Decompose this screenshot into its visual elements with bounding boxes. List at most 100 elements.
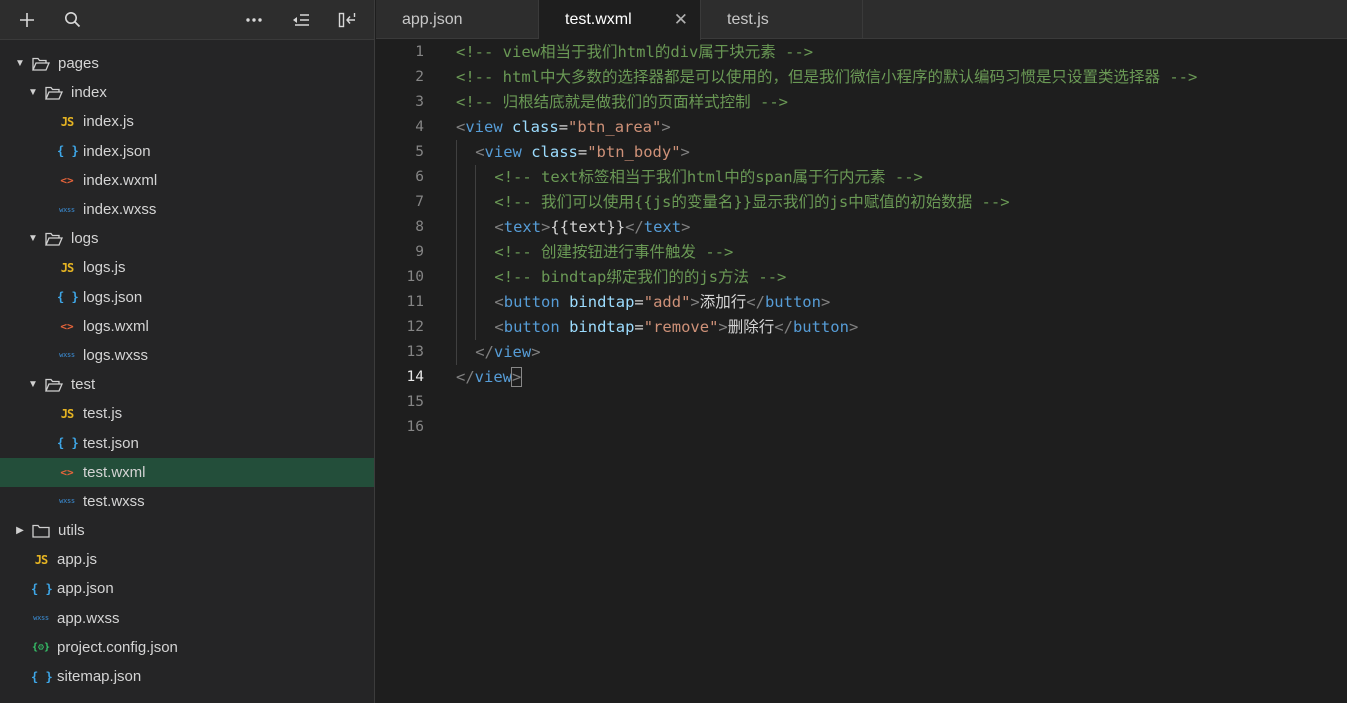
file-index-js[interactable]: JS index.js <box>0 107 374 136</box>
tree-item-label: index.js <box>83 113 134 131</box>
indent-guide <box>475 265 477 290</box>
split-panel-icon[interactable] <box>331 0 363 39</box>
folder-test[interactable]: ▼ test <box>0 370 374 399</box>
folder-pages[interactable]: ▼ pages <box>0 49 374 78</box>
code-line[interactable]: 10 <!-- bindtap绑定我们的的js方法 --> <box>376 265 1347 290</box>
code-text: <!-- 创建按钮进行事件触发 --> <box>494 240 733 265</box>
file-app-json[interactable]: { } app.json <box>0 574 374 603</box>
code-line[interactable]: 3 <!-- 归根结底就是做我们的页面样式控制 --> <box>376 90 1347 115</box>
add-icon[interactable] <box>11 0 43 39</box>
tab-test-wxml[interactable]: test.wxml ✕ <box>539 0 701 40</box>
folder-open-icon <box>45 86 63 100</box>
tree-item-label: test.wxml <box>83 463 146 481</box>
close-icon[interactable]: ✕ <box>674 10 688 30</box>
code-token: button <box>792 318 849 336</box>
code-token: </ <box>456 368 475 386</box>
tree-item-label: sitemap.json <box>57 668 142 686</box>
code-line[interactable]: 9 <!-- 创建按钮进行事件触发 --> <box>376 240 1347 265</box>
indent-guide <box>475 190 477 215</box>
tab-app-json[interactable]: app.json <box>376 0 539 39</box>
code-line[interactable]: 7 <!-- 我们可以使用{{js的变量名}}显示我们的js中赋值的初始数据 --… <box>376 190 1347 215</box>
code-token: <!-- text标签相当于我们html中的span属于行内元素 --> <box>494 168 923 186</box>
file-test-wxml[interactable]: <> test.wxml <box>0 457 374 487</box>
file-test-js[interactable]: JS test.js <box>0 399 374 428</box>
file-explorer: ▼ pages ▼ index JS index.js { } index.json <> ind… <box>0 0 375 703</box>
code-token: class <box>512 118 559 136</box>
chevron-down-icon[interactable]: ▼ <box>27 233 39 245</box>
wxml-file-icon: <> <box>60 173 74 187</box>
folder-logs[interactable]: ▼ logs <box>0 224 374 253</box>
code-token: class <box>531 143 578 161</box>
code-token: bindtap <box>569 318 635 336</box>
code-token: </ <box>774 318 793 336</box>
code-line[interactable]: 2 <!-- html中大多数的选择器都是可以使用的，但是我们微信小程序的默认编码… <box>376 65 1347 90</box>
tab-label: test.js <box>727 10 769 28</box>
code-token: <!-- view相当于我们html的div属于块元素 --> <box>456 43 814 61</box>
code-token: < <box>456 118 466 136</box>
file-test-wxss[interactable]: wxss test.wxss <box>0 487 374 516</box>
json-file-icon: { } <box>57 290 79 305</box>
file-logs-wxml[interactable]: <> logs.wxml <box>0 312 374 341</box>
code-line[interactable]: 16 <box>376 415 1347 440</box>
indent-guide <box>475 315 477 340</box>
chevron-down-icon[interactable]: ▼ <box>27 379 39 391</box>
file-app-wxss[interactable]: wxss app.wxss <box>0 604 374 633</box>
code-text: <!-- html中大多数的选择器都是可以使用的，但是我们微信小程序的默认编码习… <box>456 65 1197 90</box>
code-token: </ <box>625 218 644 236</box>
code-line[interactable]: 8 <text>{{text}}</text> <box>376 215 1347 240</box>
code-line[interactable]: 6 <!-- text标签相当于我们html中的span属于行内元素 --> <box>376 165 1347 190</box>
indent-guide <box>456 240 457 265</box>
tree-item-label: app.json <box>57 580 114 598</box>
code-line[interactable]: 11 <button bindtap="add">添加行</button> <box>376 290 1347 315</box>
code-line[interactable]: 15 <box>376 390 1347 415</box>
code-token: {{text}} <box>550 218 626 236</box>
folder-utils[interactable]: ▶ utils <box>0 516 374 545</box>
file-logs-wxss[interactable]: wxss logs.wxss <box>0 341 374 370</box>
code-line[interactable]: 14 </view> <box>376 365 1347 390</box>
file-logs-json[interactable]: { } logs.json <box>0 283 374 312</box>
chevron-right-icon[interactable]: ▶ <box>14 525 26 537</box>
file-sitemap-json[interactable]: { } sitemap.json <box>0 662 374 691</box>
json-file-icon: { } <box>57 144 79 159</box>
line-number: 10 <box>406 269 424 285</box>
line-number: 6 <box>415 169 424 185</box>
json-file-icon: { } <box>57 436 79 451</box>
code-line[interactable]: 1 <!-- view相当于我们html的div属于块元素 --> <box>376 40 1347 65</box>
folder-index[interactable]: ▼ index <box>0 78 374 107</box>
file-index-json[interactable]: { } index.json <box>0 137 374 166</box>
indent-guide <box>456 165 457 190</box>
tab-test-js[interactable]: test.js <box>701 0 863 39</box>
code-line[interactable]: 13 </view> <box>376 340 1347 365</box>
chevron-down-icon[interactable]: ▼ <box>14 58 26 70</box>
tree-item-label: logs.js <box>83 259 126 277</box>
tree-item-label: logs.wxss <box>83 346 149 364</box>
file-test-json[interactable]: { } test.json <box>0 428 374 457</box>
file-logs-js[interactable]: JS logs.js <box>0 253 374 282</box>
more-icon[interactable] <box>238 0 270 39</box>
code-token: > <box>690 293 700 311</box>
folder-open-icon <box>45 378 63 392</box>
folder-open-icon <box>45 232 63 246</box>
code-token: </ <box>475 343 494 361</box>
code-token: > <box>510 367 523 387</box>
file-project-config-json[interactable]: {⚙} project.config.json <box>0 633 374 662</box>
line-number: 7 <box>415 194 424 210</box>
code-line[interactable]: 5 <view class="btn_body"> <box>376 140 1347 165</box>
indent-guide <box>475 240 477 265</box>
file-app-js[interactable]: JS app.js <box>0 545 374 574</box>
code-line[interactable]: 12 <button bindtap="remove">删除行</button> <box>376 315 1347 340</box>
collapse-all-icon[interactable] <box>285 0 317 39</box>
code-text: </view> <box>475 340 540 365</box>
js-file-icon: JS <box>34 552 48 567</box>
code-editor[interactable]: 1 <!-- view相当于我们html的div属于块元素 --> 2 <!-- ht… <box>376 40 1347 703</box>
code-token: view <box>484 143 522 161</box>
tab-label: app.json <box>402 10 463 28</box>
file-index-wxss[interactable]: wxss index.wxss <box>0 195 374 224</box>
search-icon[interactable] <box>56 0 88 39</box>
chevron-down-icon[interactable]: ▼ <box>27 87 39 99</box>
file-index-wxml[interactable]: <> index.wxml <box>0 166 374 195</box>
code-line[interactable]: 4 <view class="btn_area"> <box>376 115 1347 140</box>
code-token: > <box>820 293 831 311</box>
indent-guide <box>456 315 457 340</box>
